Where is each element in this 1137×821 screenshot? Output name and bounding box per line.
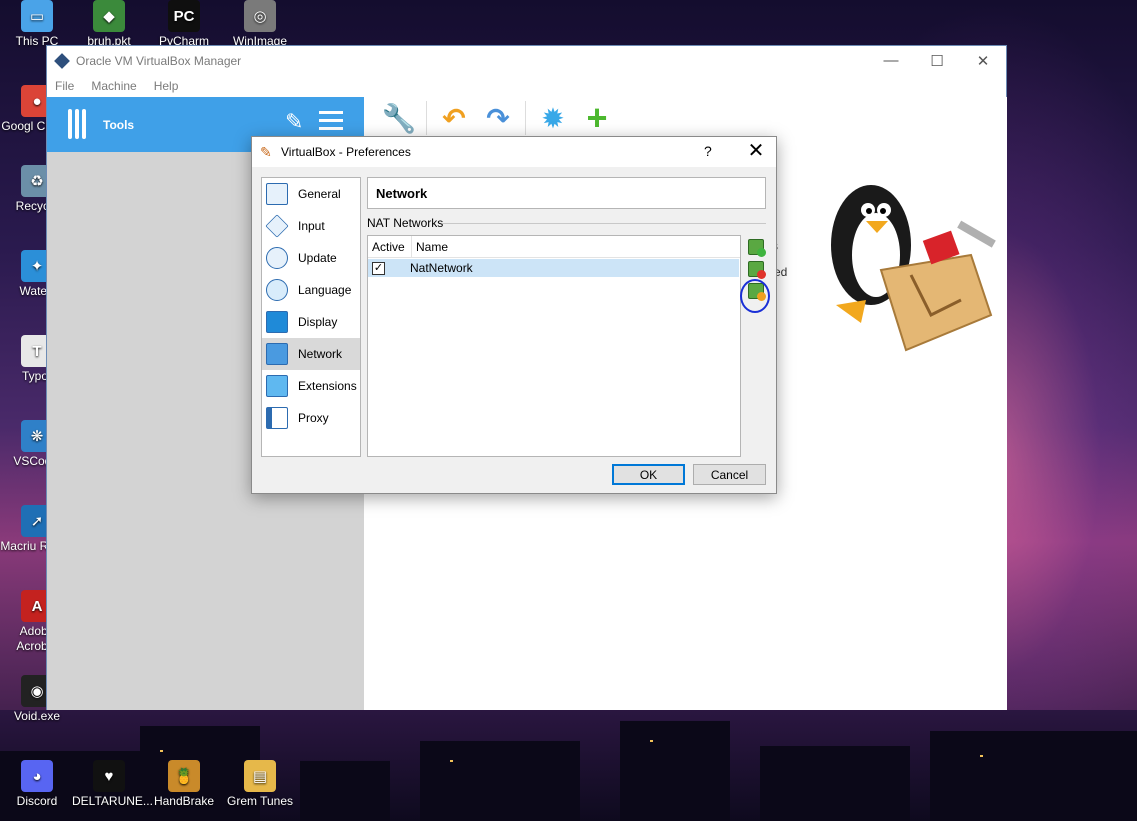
desktop-icon-image: ◕ [21,760,53,792]
add-nat-network-button[interactable] [748,239,766,257]
desktop-icon[interactable]: ◕ Discord [0,760,74,809]
dialog-titlebar: ✎ VirtualBox - Preferences ? ✕ [252,137,776,167]
category-general[interactable]: General [262,178,360,210]
desktop-icon[interactable]: ▭ This PC [0,0,74,49]
table-row[interactable]: ✓ NatNetwork [368,259,739,277]
desktop-icon-image: ♥ [93,760,125,792]
menu-bar: File Machine Help [47,75,1006,97]
general-icon [266,183,288,205]
desktop-icon-image: ▭ [21,0,53,32]
import-icon[interactable]: ↶ [437,101,471,135]
window-title: Oracle VM VirtualBox Manager [76,53,242,68]
minimize-button[interactable]: — [868,46,914,75]
desktop-icon-label: Discord [16,794,58,808]
main-toolbar: 🔧 ↶ ↷ ✹ + [364,97,1007,139]
active-checkbox[interactable]: ✓ [372,261,385,275]
tools-icon [61,108,93,141]
desktop-icon-image: ◎ [244,0,276,32]
desktop-icon-image: ◆ [93,0,125,32]
network-name: NatNetwork [410,261,473,275]
page-title: Network [367,177,766,209]
column-active[interactable]: Active [368,236,412,257]
cancel-button[interactable]: Cancel [693,464,766,485]
list-menu-icon[interactable] [319,111,343,133]
category-update[interactable]: Update [262,242,360,274]
category-label: Update [298,251,337,265]
category-label: Network [298,347,343,361]
desktop-icon[interactable]: PC PyCharm [147,0,221,49]
export-icon[interactable]: ↷ [481,101,515,135]
desktop-icon-label: Void.exe [13,709,61,723]
desktop-icon-image: PC [168,0,200,32]
category-label: Extensions [298,379,357,393]
nat-networks-label: NAT Networks [367,216,444,230]
ok-button[interactable]: OK [612,464,685,485]
category-language[interactable]: Language [262,274,360,306]
tux-toolbox-illustration [831,185,996,352]
category-label: General [298,187,341,201]
hand-drawn-circle-annotation [740,279,770,313]
window-titlebar: Oracle VM VirtualBox Manager — ☐ ✕ [47,46,1006,75]
menu-file[interactable]: File [55,79,74,93]
globe-icon [266,279,288,301]
dialog-title: VirtualBox - Preferences [281,145,411,159]
pin-icon[interactable]: ✎ [285,109,311,135]
category-list: General Input Update Language Display Ne… [261,177,361,457]
category-label: Language [298,283,352,297]
desktop-icon-label: DELTARUNE... [72,794,153,808]
menu-machine[interactable]: Machine [91,79,136,93]
wrench-icon: ✎ [260,144,272,160]
desktop-icon-label: Grem Tunes [226,794,294,808]
category-label: Proxy [298,411,329,425]
desktop-icon-image: 🍍 [168,760,200,792]
desktop-icon[interactable]: 🍍 HandBrake [147,760,221,809]
help-button[interactable]: ? [704,143,712,159]
nat-networks-table: Active Name ✓ NatNetwork [367,235,741,457]
category-label: Display [298,315,338,329]
keyboard-icon [265,214,289,238]
category-proxy[interactable]: Proxy [262,402,360,434]
table-header: Active Name [368,236,740,258]
category-extensions[interactable]: Extensions [262,370,360,402]
network-icon [266,343,288,365]
desktop-icon[interactable]: ◎ WinImage [223,0,297,49]
column-name[interactable]: Name [412,240,448,254]
category-display[interactable]: Display [262,306,360,338]
category-network[interactable]: Network [262,338,360,370]
tools-label: Tools [103,117,135,132]
preferences-tool-icon[interactable]: 🔧 [382,101,417,135]
update-icon [266,247,288,269]
section-divider [442,223,766,224]
desktop-icon-label: HandBrake [153,794,215,808]
category-label: Input [298,219,325,233]
dialog-close-button[interactable]: ✕ [744,139,768,163]
remove-nat-network-button[interactable] [748,261,766,279]
add-icon[interactable]: + [580,97,614,138]
preferences-dialog: ✎ VirtualBox - Preferences ? ✕ General I… [251,136,777,494]
new-machine-star-icon[interactable]: ✹ [536,101,570,135]
desktop-icon[interactable]: ▤ Grem Tunes [223,760,297,809]
maximize-button[interactable]: ☐ [914,46,960,75]
desktop-icon-image: ▤ [244,760,276,792]
proxy-icon [266,407,288,429]
monitor-icon [266,311,288,333]
desktop-icon[interactable]: ♥ DELTARUNE... [72,760,153,809]
desktop-icon[interactable]: ◆ bruh.pkt [72,0,146,49]
extensions-icon [266,375,288,397]
virtualbox-icon [54,52,70,69]
category-input[interactable]: Input [262,210,360,242]
menu-help[interactable]: Help [154,79,179,93]
close-button[interactable]: ✕ [960,46,1006,75]
